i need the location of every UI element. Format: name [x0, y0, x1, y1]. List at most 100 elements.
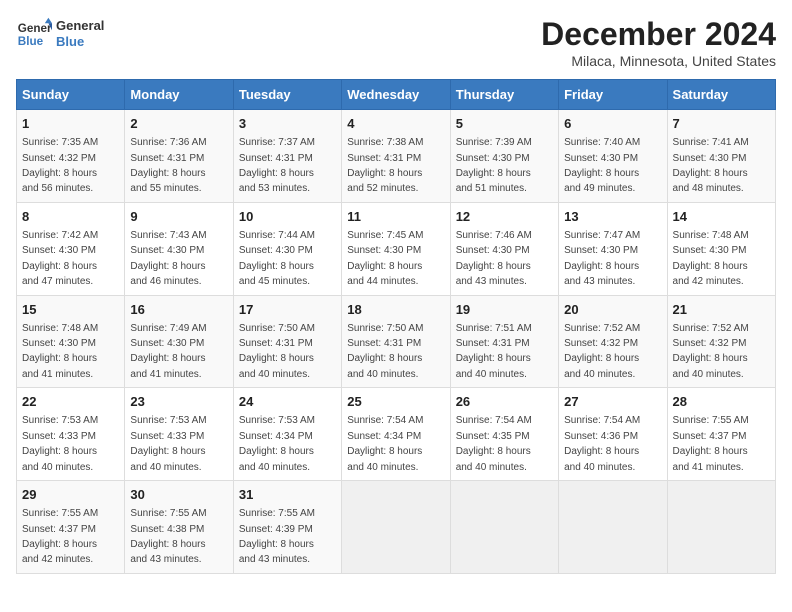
day-detail: Sunrise: 7:38 AMSunset: 4:31 PMDaylight:… — [347, 137, 423, 194]
day-number: 10 — [239, 208, 336, 226]
calendar-week-3: 15 Sunrise: 7:48 AMSunset: 4:30 PMDaylig… — [17, 295, 776, 388]
calendar-cell: 31 Sunrise: 7:55 AMSunset: 4:39 PMDaylig… — [233, 481, 341, 574]
header-monday: Monday — [125, 80, 233, 110]
logo-text-general: General — [56, 18, 104, 34]
day-detail: Sunrise: 7:50 AMSunset: 4:31 PMDaylight:… — [347, 323, 423, 380]
day-number: 21 — [673, 301, 770, 319]
header-friday: Friday — [559, 80, 667, 110]
day-number: 2 — [130, 115, 227, 133]
day-detail: Sunrise: 7:48 AMSunset: 4:30 PMDaylight:… — [22, 323, 98, 380]
day-number: 17 — [239, 301, 336, 319]
calendar-cell — [450, 481, 558, 574]
header-sunday: Sunday — [17, 80, 125, 110]
day-detail: Sunrise: 7:52 AMSunset: 4:32 PMDaylight:… — [564, 323, 640, 380]
day-number: 7 — [673, 115, 770, 133]
day-number: 28 — [673, 393, 770, 411]
day-number: 22 — [22, 393, 119, 411]
day-number: 3 — [239, 115, 336, 133]
calendar-cell: 14 Sunrise: 7:48 AMSunset: 4:30 PMDaylig… — [667, 202, 775, 295]
day-number: 5 — [456, 115, 553, 133]
logo: General Blue General Blue — [16, 16, 104, 52]
header-saturday: Saturday — [667, 80, 775, 110]
day-detail: Sunrise: 7:50 AMSunset: 4:31 PMDaylight:… — [239, 323, 315, 380]
day-number: 20 — [564, 301, 661, 319]
day-number: 12 — [456, 208, 553, 226]
calendar-cell: 15 Sunrise: 7:48 AMSunset: 4:30 PMDaylig… — [17, 295, 125, 388]
calendar-cell: 11 Sunrise: 7:45 AMSunset: 4:30 PMDaylig… — [342, 202, 450, 295]
calendar-cell: 21 Sunrise: 7:52 AMSunset: 4:32 PMDaylig… — [667, 295, 775, 388]
day-number: 18 — [347, 301, 444, 319]
calendar-cell: 23 Sunrise: 7:53 AMSunset: 4:33 PMDaylig… — [125, 388, 233, 481]
calendar-cell — [342, 481, 450, 574]
calendar-cell: 30 Sunrise: 7:55 AMSunset: 4:38 PMDaylig… — [125, 481, 233, 574]
calendar-cell: 13 Sunrise: 7:47 AMSunset: 4:30 PMDaylig… — [559, 202, 667, 295]
svg-text:General: General — [18, 22, 52, 35]
calendar-week-1: 1 Sunrise: 7:35 AMSunset: 4:32 PMDayligh… — [17, 110, 776, 203]
calendar-cell: 3 Sunrise: 7:37 AMSunset: 4:31 PMDayligh… — [233, 110, 341, 203]
day-detail: Sunrise: 7:40 AMSunset: 4:30 PMDaylight:… — [564, 137, 640, 194]
day-number: 14 — [673, 208, 770, 226]
day-number: 15 — [22, 301, 119, 319]
day-number: 27 — [564, 393, 661, 411]
day-number: 6 — [564, 115, 661, 133]
day-number: 13 — [564, 208, 661, 226]
svg-text:Blue: Blue — [18, 35, 44, 48]
day-number: 25 — [347, 393, 444, 411]
calendar-cell — [559, 481, 667, 574]
calendar-cell: 20 Sunrise: 7:52 AMSunset: 4:32 PMDaylig… — [559, 295, 667, 388]
day-number: 24 — [239, 393, 336, 411]
logo-text-blue: Blue — [56, 34, 104, 50]
calendar-cell: 24 Sunrise: 7:53 AMSunset: 4:34 PMDaylig… — [233, 388, 341, 481]
day-detail: Sunrise: 7:55 AMSunset: 4:38 PMDaylight:… — [130, 508, 206, 565]
calendar-cell: 29 Sunrise: 7:55 AMSunset: 4:37 PMDaylig… — [17, 481, 125, 574]
calendar-cell: 28 Sunrise: 7:55 AMSunset: 4:37 PMDaylig… — [667, 388, 775, 481]
day-detail: Sunrise: 7:39 AMSunset: 4:30 PMDaylight:… — [456, 137, 532, 194]
day-number: 19 — [456, 301, 553, 319]
day-detail: Sunrise: 7:44 AMSunset: 4:30 PMDaylight:… — [239, 230, 315, 287]
day-detail: Sunrise: 7:41 AMSunset: 4:30 PMDaylight:… — [673, 137, 749, 194]
day-number: 30 — [130, 486, 227, 504]
calendar-cell: 26 Sunrise: 7:54 AMSunset: 4:35 PMDaylig… — [450, 388, 558, 481]
day-detail: Sunrise: 7:52 AMSunset: 4:32 PMDaylight:… — [673, 323, 749, 380]
calendar-cell: 16 Sunrise: 7:49 AMSunset: 4:30 PMDaylig… — [125, 295, 233, 388]
header-thursday: Thursday — [450, 80, 558, 110]
day-number: 29 — [22, 486, 119, 504]
calendar-table: SundayMondayTuesdayWednesdayThursdayFrid… — [16, 79, 776, 574]
day-number: 31 — [239, 486, 336, 504]
title-area: December 2024 Milaca, Minnesota, United … — [541, 16, 776, 69]
header-wednesday: Wednesday — [342, 80, 450, 110]
day-number: 4 — [347, 115, 444, 133]
calendar-cell — [667, 481, 775, 574]
calendar-week-2: 8 Sunrise: 7:42 AMSunset: 4:30 PMDayligh… — [17, 202, 776, 295]
day-detail: Sunrise: 7:47 AMSunset: 4:30 PMDaylight:… — [564, 230, 640, 287]
day-number: 1 — [22, 115, 119, 133]
calendar-cell: 12 Sunrise: 7:46 AMSunset: 4:30 PMDaylig… — [450, 202, 558, 295]
day-detail: Sunrise: 7:43 AMSunset: 4:30 PMDaylight:… — [130, 230, 206, 287]
calendar-week-5: 29 Sunrise: 7:55 AMSunset: 4:37 PMDaylig… — [17, 481, 776, 574]
page-title: December 2024 — [541, 16, 776, 53]
day-number: 23 — [130, 393, 227, 411]
day-detail: Sunrise: 7:48 AMSunset: 4:30 PMDaylight:… — [673, 230, 749, 287]
day-detail: Sunrise: 7:54 AMSunset: 4:34 PMDaylight:… — [347, 415, 423, 472]
day-detail: Sunrise: 7:36 AMSunset: 4:31 PMDaylight:… — [130, 137, 206, 194]
day-detail: Sunrise: 7:55 AMSunset: 4:37 PMDaylight:… — [22, 508, 98, 565]
calendar-cell: 7 Sunrise: 7:41 AMSunset: 4:30 PMDayligh… — [667, 110, 775, 203]
day-detail: Sunrise: 7:54 AMSunset: 4:35 PMDaylight:… — [456, 415, 532, 472]
day-detail: Sunrise: 7:35 AMSunset: 4:32 PMDaylight:… — [22, 137, 98, 194]
logo-icon: General Blue — [16, 16, 52, 52]
day-number: 11 — [347, 208, 444, 226]
day-detail: Sunrise: 7:46 AMSunset: 4:30 PMDaylight:… — [456, 230, 532, 287]
calendar-cell: 22 Sunrise: 7:53 AMSunset: 4:33 PMDaylig… — [17, 388, 125, 481]
day-detail: Sunrise: 7:55 AMSunset: 4:37 PMDaylight:… — [673, 415, 749, 472]
day-detail: Sunrise: 7:37 AMSunset: 4:31 PMDaylight:… — [239, 137, 315, 194]
calendar-cell: 6 Sunrise: 7:40 AMSunset: 4:30 PMDayligh… — [559, 110, 667, 203]
calendar-cell: 10 Sunrise: 7:44 AMSunset: 4:30 PMDaylig… — [233, 202, 341, 295]
day-number: 26 — [456, 393, 553, 411]
day-detail: Sunrise: 7:42 AMSunset: 4:30 PMDaylight:… — [22, 230, 98, 287]
day-number: 16 — [130, 301, 227, 319]
day-detail: Sunrise: 7:53 AMSunset: 4:33 PMDaylight:… — [22, 415, 98, 472]
calendar-cell: 18 Sunrise: 7:50 AMSunset: 4:31 PMDaylig… — [342, 295, 450, 388]
calendar-cell: 19 Sunrise: 7:51 AMSunset: 4:31 PMDaylig… — [450, 295, 558, 388]
calendar-cell: 9 Sunrise: 7:43 AMSunset: 4:30 PMDayligh… — [125, 202, 233, 295]
day-detail: Sunrise: 7:45 AMSunset: 4:30 PMDaylight:… — [347, 230, 423, 287]
